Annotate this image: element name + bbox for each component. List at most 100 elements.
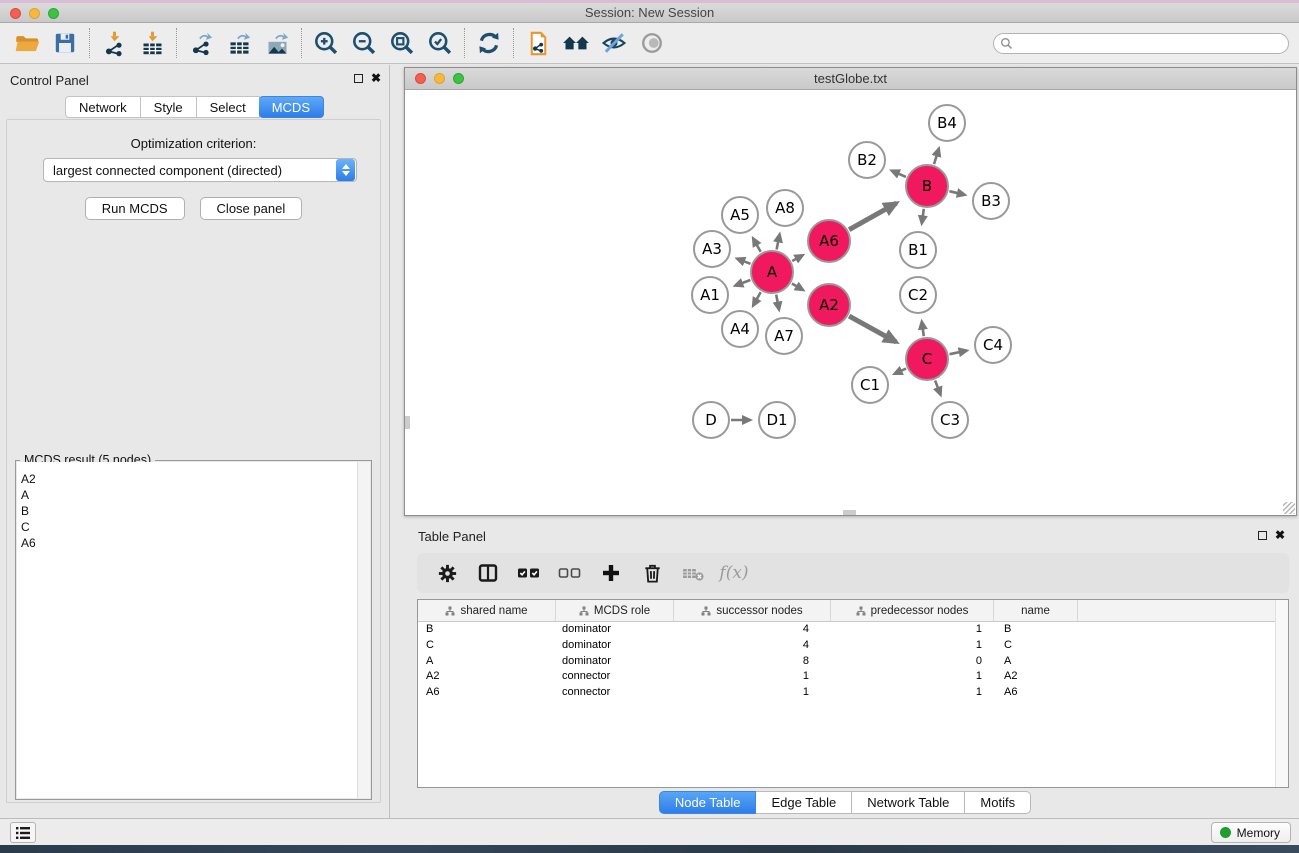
table-row[interactable]: Cdominator41C [418,638,1288,654]
table-row[interactable]: Adominator80A [418,654,1288,670]
delete-column-icon[interactable] [636,559,668,587]
list-item[interactable]: C [17,519,370,535]
clone-network-icon[interactable] [519,26,557,60]
graph-node-label: A2 [819,296,839,314]
zoom-fit-icon[interactable] [383,26,421,60]
graph-node-label: A8 [775,199,795,217]
table-options-gear-icon[interactable] [431,559,463,587]
graph-node-label: D [705,411,717,429]
table-row[interactable]: A6connector11A6 [418,685,1288,701]
apply-function-icon[interactable]: f(x) [718,559,750,587]
maximize-window-button[interactable] [48,8,59,19]
refresh-network-icon[interactable] [470,26,508,60]
result-scrollbar[interactable] [357,462,370,798]
maximize-window-button[interactable] [453,73,464,84]
close-window-button[interactable] [10,8,21,19]
show-all-icon[interactable] [633,26,671,60]
tab-style[interactable]: Style [141,96,197,118]
export-network-icon[interactable] [182,26,220,60]
list-item[interactable]: A [17,487,370,503]
export-table-icon[interactable] [220,26,258,60]
hierarchy-icon [445,606,455,616]
criterion-dropdown[interactable]: largest connected component (directed) [43,158,357,182]
save-session-icon[interactable] [46,26,84,60]
column-header[interactable]: predecessor nodes [831,600,994,621]
table-scrollbar[interactable] [1275,600,1288,787]
hide-selected-icon[interactable] [595,26,633,60]
toolbar-separator [464,28,465,58]
deselect-all-rows-icon[interactable] [554,559,586,587]
tab-network[interactable]: Network [65,96,141,118]
tab-network-table[interactable]: Network Table [852,791,965,814]
tab-node-table[interactable]: Node Table [659,791,757,814]
memory-label: Memory [1237,826,1280,840]
graph-node-label: A6 [819,232,839,250]
close-panel-button[interactable]: Close panel [200,197,303,220]
window-resize-grip[interactable] [1283,502,1295,514]
list-item[interactable]: A2 [17,471,370,487]
minimize-window-button[interactable] [29,8,40,19]
minimize-window-button[interactable] [434,73,445,84]
mcds-result-list[interactable]: A2 A B C A6 [17,462,370,798]
canvas-hscroll-grip[interactable] [843,510,856,515]
graph-node-label: D1 [766,411,787,429]
memory-button[interactable]: Memory [1211,822,1291,843]
export-image-icon[interactable] [258,26,296,60]
list-item[interactable]: B [17,503,370,519]
float-panel-icon[interactable] [1258,531,1267,540]
desktop: Session: New Session [0,0,1299,853]
mcds-result-box: MCDS result (5 nodes) A2 A B C A6 [15,460,372,800]
network-graph[interactable]: B4B2BB3A5A8A6A3B1AA1C2A2A4A7C4CC1C3DD1 [405,91,1296,515]
graph-node-label: C2 [908,286,928,304]
tab-motifs[interactable]: Motifs [965,791,1031,814]
table-row[interactable]: A2connector11A2 [418,669,1288,685]
graph-node-label: B4 [937,114,957,132]
tab-mcds[interactable]: MCDS [259,96,324,118]
node-table[interactable]: shared name MCDS role successor nodes [417,599,1289,788]
graph-node-label: B [922,177,932,195]
task-history-button[interactable] [10,822,36,843]
search-input[interactable] [993,33,1289,54]
canvas-vscroll-grip[interactable] [405,416,410,429]
home-layout-icon[interactable] [557,26,595,60]
zoom-in-icon[interactable] [307,26,345,60]
status-bar: Memory [0,818,1299,845]
select-all-rows-icon[interactable] [513,559,545,587]
table-tabs: Node Table Edge Table Network Table Moti… [391,791,1299,814]
run-mcds-button[interactable]: Run MCDS [85,197,185,220]
add-column-icon[interactable] [595,559,627,587]
import-table-icon[interactable] [133,26,171,60]
list-item[interactable]: A6 [17,535,370,551]
close-panel-icon[interactable]: ✖ [371,73,381,83]
delete-table-icon[interactable] [677,559,709,587]
graph-node-label: A7 [774,327,794,345]
graph-node-label: B3 [981,192,1001,210]
hierarchy-icon [856,606,866,616]
zoom-out-icon[interactable] [345,26,383,60]
tab-edge-table[interactable]: Edge Table [756,791,852,814]
zoom-selected-icon[interactable] [421,26,459,60]
toolbar-separator [513,28,514,58]
float-panel-icon[interactable] [354,74,363,83]
tab-select[interactable]: Select [197,96,260,118]
column-header[interactable]: successor nodes [674,600,831,621]
table-toolbar: f(x) [417,553,1289,593]
toolbar-separator [176,28,177,58]
table-row[interactable]: Bdominator41B [418,622,1288,638]
close-panel-icon[interactable]: ✖ [1275,530,1285,540]
main-titlebar: Session: New Session [0,3,1299,23]
column-header[interactable]: shared name [418,600,556,621]
graph-node-label: B1 [908,241,928,259]
column-header[interactable]: name [994,600,1078,621]
close-window-button[interactable] [415,73,426,84]
column-header[interactable]: MCDS role [556,600,674,621]
control-panel-tabs: Network Style Select MCDS [0,96,389,118]
graph-node-label: A [767,263,778,281]
network-canvas[interactable]: B4B2BB3A5A8A6A3B1AA1C2A2A4A7C4CC1C3DD1 [405,91,1296,515]
column-visibility-icon[interactable] [472,559,504,587]
hierarchy-icon [579,606,589,616]
open-file-icon[interactable] [8,26,46,60]
optimization-criterion-label: Optimization criterion: [7,136,380,151]
workspace: Control Panel ✖ Network Style Select MCD… [0,65,1299,821]
import-network-icon[interactable] [95,26,133,60]
